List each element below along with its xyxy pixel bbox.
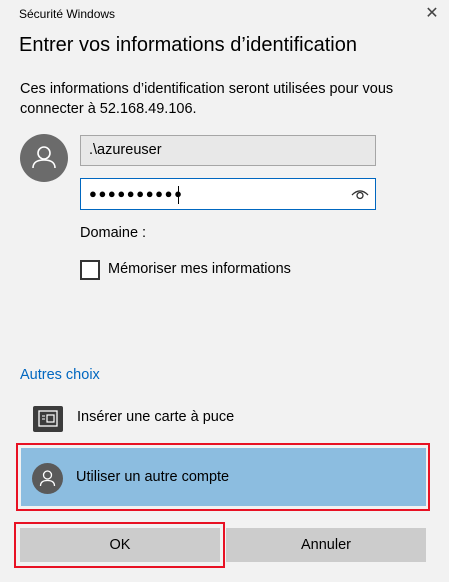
- remember-label[interactable]: Mémoriser mes informations: [108, 261, 291, 277]
- dialog-heading: Entrer vos informations d’identification: [19, 34, 357, 56]
- domain-label: Domaine :: [80, 225, 147, 241]
- password-mask: ●●●●●●●●●●: [89, 186, 184, 201]
- user-avatar-icon: [20, 134, 68, 182]
- username-field[interactable]: .\azureuser: [80, 135, 376, 166]
- ok-button[interactable]: OK: [20, 528, 220, 562]
- password-field[interactable]: ●●●●●●●●●●: [80, 178, 376, 210]
- close-button[interactable]: ✕: [419, 2, 445, 26]
- reveal-password-eye-icon[interactable]: [351, 186, 369, 202]
- cancel-button[interactable]: Annuler: [226, 528, 426, 562]
- dialog-description: Ces informations d’identification seront…: [20, 81, 394, 117]
- remember-checkbox[interactable]: [80, 260, 100, 280]
- window-title: Sécurité Windows: [19, 7, 116, 21]
- smartcard-label: Insérer une carte à puce: [77, 409, 235, 425]
- other-choices-link[interactable]: Autres choix: [20, 367, 100, 383]
- username-value: .\azureuser: [89, 142, 162, 158]
- smartcard-option[interactable]: Insérer une carte à puce: [20, 400, 430, 440]
- smartcard-icon: [33, 406, 63, 432]
- other-account-label: Utiliser un autre compte: [76, 469, 230, 485]
- close-icon: ✕: [425, 5, 439, 22]
- text-caret: [178, 186, 179, 204]
- other-account-option[interactable]: Utiliser un autre compte: [21, 448, 426, 506]
- user-avatar-icon: [32, 463, 63, 494]
